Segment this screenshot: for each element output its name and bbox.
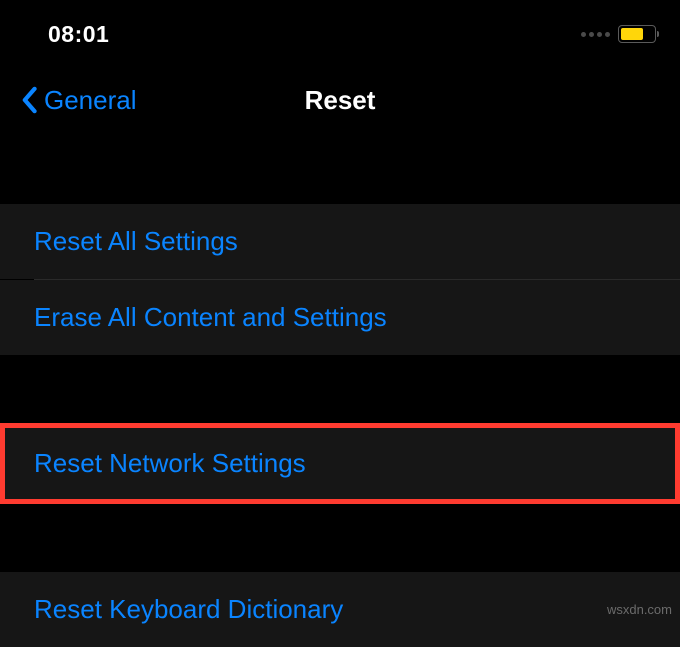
back-button[interactable]: General (20, 85, 137, 116)
status-right (581, 25, 656, 43)
page-title: Reset (305, 85, 376, 116)
group-spacer (0, 504, 680, 572)
reset-keyboard-dictionary-cell[interactable]: Reset Keyboard Dictionary (0, 572, 680, 647)
reset-all-settings-cell[interactable]: Reset All Settings (0, 204, 680, 279)
back-label: General (44, 85, 137, 116)
watermark: wsxdn.com (607, 602, 672, 617)
battery-fill (621, 28, 643, 40)
reset-network-settings-cell[interactable]: Reset Network Settings (5, 428, 675, 499)
group-spacer (0, 355, 680, 423)
chevron-left-icon (20, 86, 38, 114)
status-time: 08:01 (48, 21, 109, 48)
content: Reset All Settings Erase All Content and… (0, 144, 680, 647)
status-bar: 08:01 (0, 0, 680, 64)
cellular-signal-icon (581, 32, 610, 37)
battery-icon (618, 25, 656, 43)
highlight-box: Reset Network Settings (0, 423, 680, 504)
erase-all-content-cell[interactable]: Erase All Content and Settings (0, 280, 680, 355)
nav-bar: General Reset (0, 64, 680, 144)
group-spacer (0, 144, 680, 204)
